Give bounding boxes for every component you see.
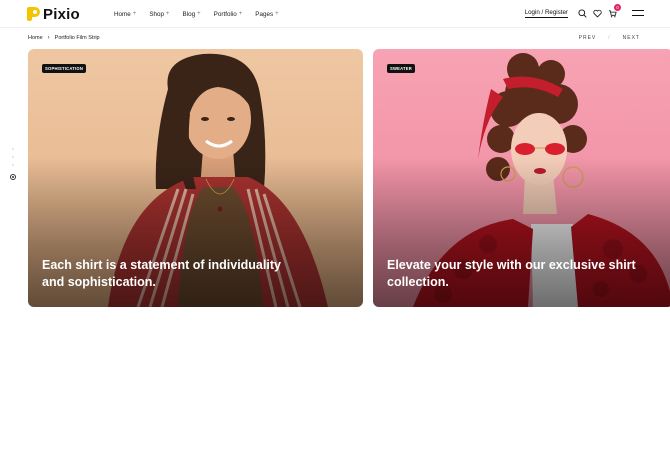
nav-item-label: Pages	[255, 10, 274, 18]
side-pagination	[9, 148, 17, 180]
nav-item-label: Portfolio	[213, 10, 237, 18]
cart-count-badge: 0	[614, 4, 621, 11]
nav-item-label: Blog	[182, 10, 196, 18]
next-button[interactable]: NEXT	[623, 35, 640, 41]
logo[interactable]: Pixio	[27, 5, 80, 23]
pager-divider: /	[608, 35, 611, 41]
plus-icon: +	[166, 11, 170, 17]
main-nav: Home + Shop + Blog + Portfolio + Pages +	[114, 9, 292, 19]
nav-item-blog[interactable]: Blog +	[183, 9, 201, 19]
nav-item-portfolio[interactable]: Portfolio +	[214, 9, 243, 19]
nav-item-shop[interactable]: Shop +	[149, 9, 169, 19]
card-caption: Elevate your style with our exclusive sh…	[387, 258, 636, 289]
site-header: Pixio Home + Shop + Blog + Portfolio + P…	[0, 0, 670, 28]
pagination-dot-active[interactable]	[10, 174, 16, 180]
search-icon[interactable]	[577, 8, 587, 18]
plus-icon: +	[238, 11, 243, 17]
nav-item-home[interactable]: Home +	[114, 9, 136, 19]
pagination-dot[interactable]	[12, 156, 14, 158]
category-tag[interactable]: SWEATER	[387, 64, 416, 73]
prev-button[interactable]: PREV	[579, 35, 597, 41]
nav-item-label: Home	[114, 10, 131, 18]
slider-pager: PREV / NEXT	[579, 35, 640, 41]
chevron-right-icon: ›	[47, 35, 50, 41]
pagination-dot[interactable]	[12, 148, 14, 150]
category-tag[interactable]: SOPHISTICATION	[42, 64, 87, 73]
breadcrumb-current: Portfolio Film Strip	[54, 35, 100, 41]
nav-item-pages[interactable]: Pages +	[255, 9, 278, 19]
breadcrumb-home-link[interactable]: Home	[28, 35, 43, 41]
portfolio-card[interactable]: SOPHISTICATION Each shirt is a statement…	[28, 49, 363, 307]
header-actions: Login / Register 0	[524, 4, 644, 18]
heart-icon[interactable]	[592, 8, 602, 18]
portfolio-card[interactable]: SWEATER Elevate your style with our excl…	[373, 49, 670, 307]
plus-icon: +	[132, 11, 137, 17]
logo-text: Pixio	[43, 5, 80, 23]
plus-icon: +	[197, 11, 201, 17]
cart-icon[interactable]: 0	[607, 4, 621, 18]
nav-item-label: Shop	[149, 10, 165, 18]
pagination-dot[interactable]	[12, 164, 14, 166]
plus-icon: +	[275, 11, 279, 17]
breadcrumb: Home › Portfolio Film Strip	[28, 35, 100, 41]
login-register-link[interactable]: Login / Register	[524, 9, 568, 18]
card-caption: Each shirt is a statement of individuali…	[42, 258, 281, 289]
logo-mark-icon	[27, 7, 40, 21]
menu-icon[interactable]	[632, 9, 644, 17]
